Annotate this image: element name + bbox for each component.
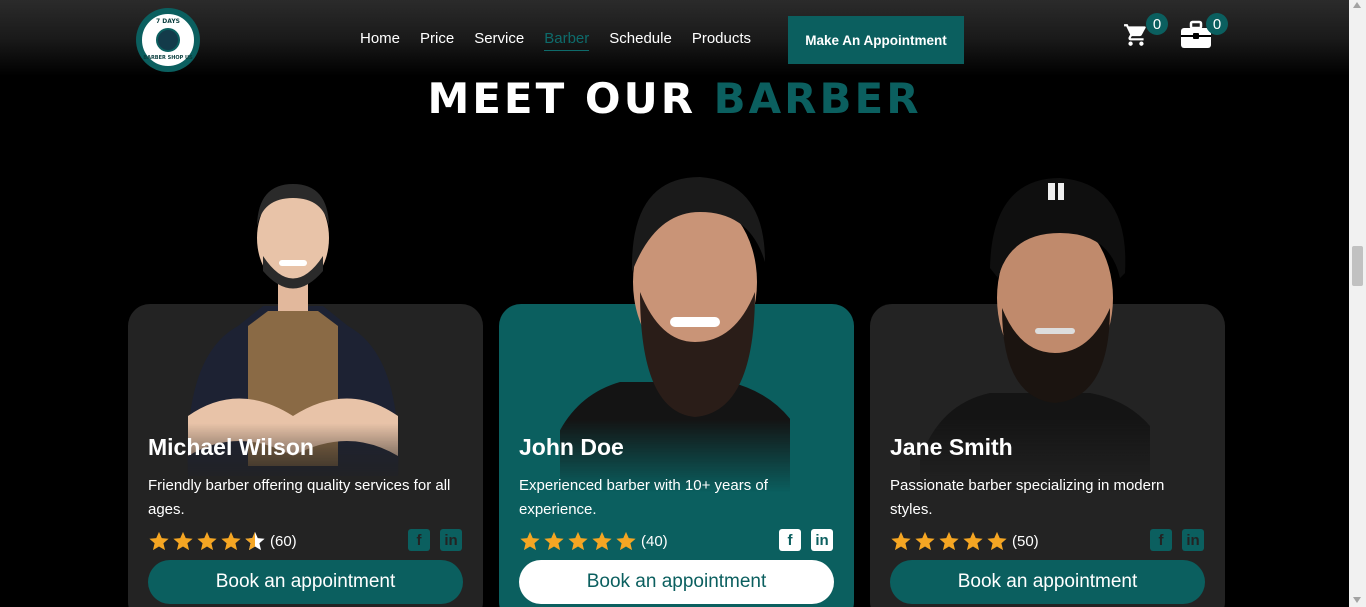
linkedin-icon[interactable]: in — [811, 529, 833, 551]
star-icon — [891, 531, 911, 551]
star-icon — [544, 531, 564, 551]
star-icon — [963, 531, 983, 551]
star-icon — [987, 531, 1007, 551]
social-links: f in — [1150, 529, 1204, 551]
nav-item-service[interactable]: Service — [474, 30, 524, 51]
star-icon — [149, 531, 169, 551]
logo-bottom-text: BARBER SHOP US — [143, 55, 193, 61]
main-nav: Home Price Service Barber Schedule Produ… — [360, 30, 771, 51]
star-icon — [568, 531, 588, 551]
book-appointment-button[interactable]: Book an appointment — [148, 560, 463, 604]
social-links: f in — [408, 529, 462, 551]
barber-name: Michael Wilson — [148, 434, 314, 460]
logo-badge: 7 DAYS BARBER SHOP US — [140, 12, 196, 68]
header: 7 DAYS BARBER SHOP US Home Price Service… — [0, 0, 1349, 76]
book-appointment-button[interactable]: Book an appointment — [519, 560, 834, 604]
star-icon — [520, 531, 540, 551]
star-icon — [221, 531, 241, 551]
page-scrollbar[interactable] — [1349, 0, 1366, 607]
barber-description: Passionate barber specializing in modern… — [890, 477, 1165, 518]
star-icon — [616, 531, 636, 551]
scroll-up-icon[interactable] — [1353, 2, 1361, 8]
nav-item-home[interactable]: Home — [360, 30, 400, 51]
facebook-icon[interactable]: f — [779, 529, 801, 551]
star-icon — [592, 531, 612, 551]
barber-description: Friendly barber offering quality service… — [148, 477, 451, 518]
bag-count-badge: 0 — [1206, 13, 1228, 35]
nav-item-barber[interactable]: Barber — [544, 30, 590, 51]
social-links: f in — [779, 529, 833, 551]
logo[interactable]: 7 DAYS BARBER SHOP US — [136, 8, 200, 72]
section-title: MEET OUR BARBER — [0, 74, 1349, 123]
scroll-down-icon[interactable] — [1353, 597, 1361, 603]
barber-name: John Doe — [519, 434, 624, 460]
barber-name: Jane Smith — [890, 434, 1013, 460]
nav-item-schedule[interactable]: Schedule — [609, 30, 672, 51]
rating-stars: (50) — [890, 530, 1039, 552]
linkedin-icon[interactable]: in — [440, 529, 462, 551]
linkedin-icon[interactable]: in — [1182, 529, 1204, 551]
star-half-icon — [245, 531, 265, 551]
rating-stars: (60) — [148, 530, 297, 552]
review-count: (50) — [1012, 532, 1039, 550]
barber-face-icon — [156, 28, 180, 52]
cart-count-badge: 0 — [1146, 13, 1168, 35]
nav-item-price[interactable]: Price — [420, 30, 454, 51]
make-appointment-button[interactable]: Make An Appointment — [788, 16, 964, 64]
review-count: (60) — [270, 532, 297, 550]
scroll-thumb[interactable] — [1352, 246, 1363, 286]
page: 7 DAYS BARBER SHOP US Home Price Service… — [0, 0, 1366, 607]
section-title-part1: MEET OUR — [427, 74, 714, 123]
logo-top-text: 7 DAYS — [156, 18, 180, 25]
nav-item-products[interactable]: Products — [692, 30, 751, 51]
star-icon — [173, 531, 193, 551]
book-appointment-button[interactable]: Book an appointment — [890, 560, 1205, 604]
review-count: (40) — [641, 532, 668, 550]
rating-stars: (40) — [519, 530, 668, 552]
section-title-part2: BARBER — [713, 74, 922, 123]
star-icon — [915, 531, 935, 551]
star-icon — [197, 531, 217, 551]
barber-description: Experienced barber with 10+ years of exp… — [519, 477, 768, 518]
facebook-icon[interactable]: f — [408, 529, 430, 551]
facebook-icon[interactable]: f — [1150, 529, 1172, 551]
star-icon — [939, 531, 959, 551]
